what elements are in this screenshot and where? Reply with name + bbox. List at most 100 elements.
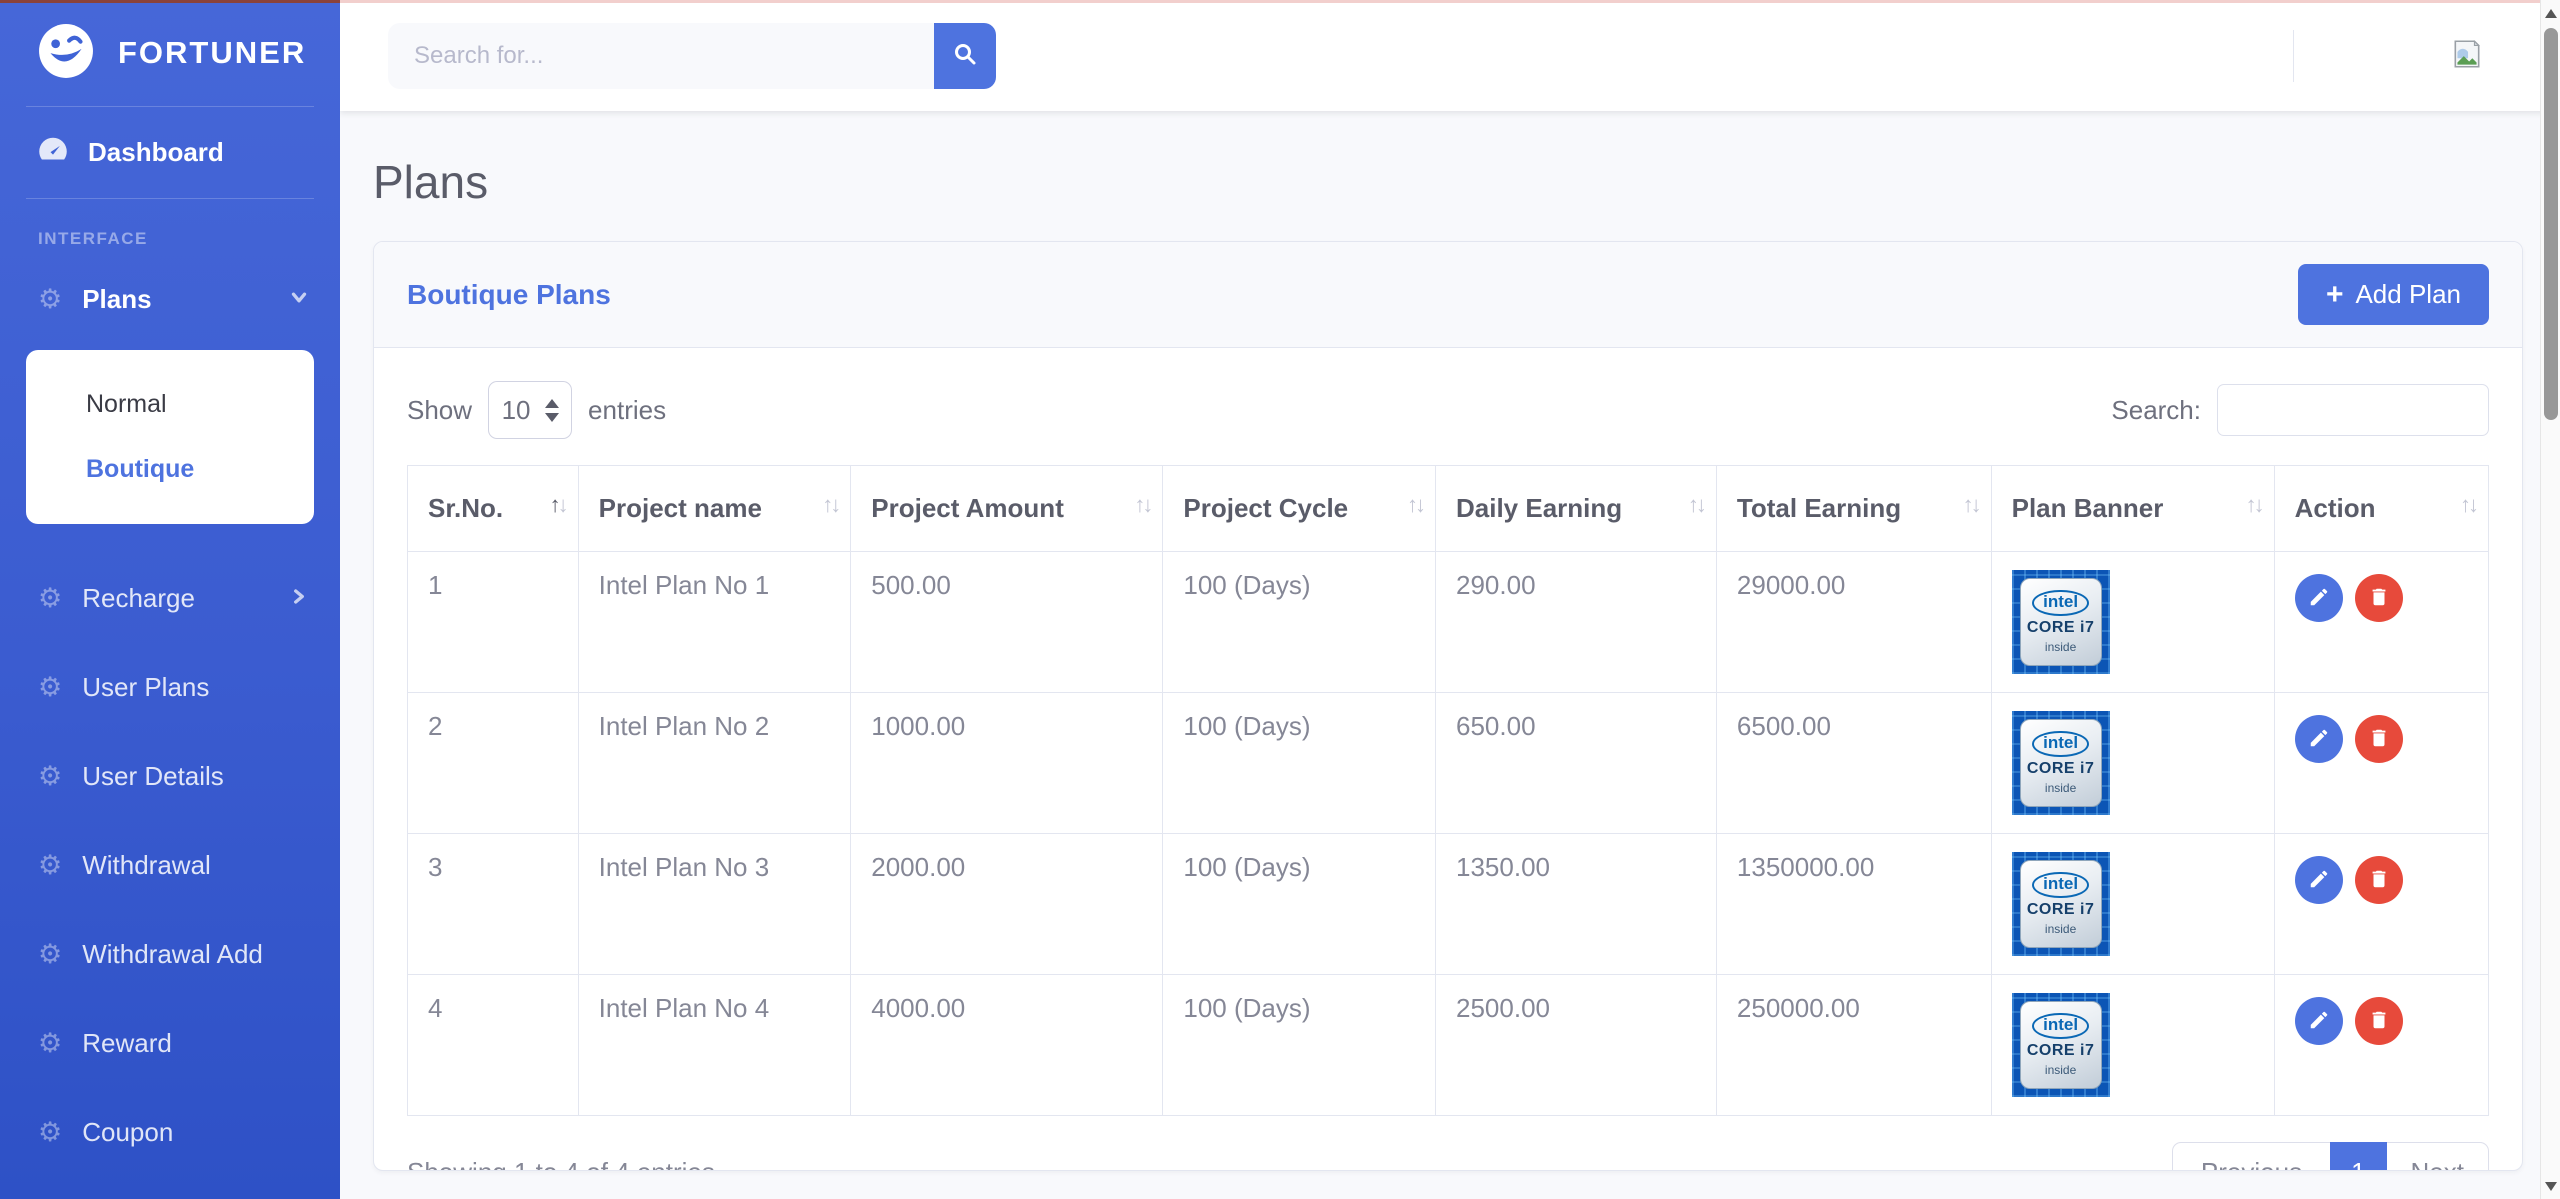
table-header-row: Sr.No. ↑↓ Project name ↑↓ Project Amount…: [408, 466, 2489, 552]
topbar: [340, 0, 2560, 111]
table-search-input[interactable]: [2217, 384, 2489, 436]
sidebar-item-coupon[interactable]: ⚙ Coupon: [0, 1088, 340, 1177]
sidebar-item-category[interactable]: ⚙ category: [0, 1177, 340, 1199]
column-header-project-amount[interactable]: Project Amount ↑↓: [851, 466, 1163, 552]
delete-button[interactable]: [2355, 856, 2403, 904]
banner-core-text: CORE i7: [2027, 619, 2095, 637]
table-body: 1Intel Plan No 1500.00100 (Days)290.0029…: [408, 552, 2489, 1116]
sidebar-item-recharge[interactable]: ⚙ Recharge: [0, 554, 340, 643]
scrollbar-thumb[interactable]: [2544, 28, 2558, 420]
sidebar-item-user-plans[interactable]: ⚙ User Plans: [0, 643, 340, 732]
sidebar-item-dashboard[interactable]: Dashboard: [0, 107, 340, 198]
delete-button[interactable]: [2355, 574, 2403, 622]
submenu-item-normal[interactable]: Normal: [26, 372, 314, 437]
cell-project-cycle: 100 (Days): [1163, 552, 1436, 693]
plan-banner-image: intelCORE i7inside: [2012, 570, 2110, 674]
delete-button[interactable]: [2355, 715, 2403, 763]
sidebar-item-label: Withdrawal Add: [82, 939, 263, 970]
page-length-control: Show 10 entries: [407, 381, 666, 439]
broken-image-icon: [2450, 37, 2484, 74]
sidebar-item-withdrawal-add[interactable]: ⚙ Withdrawal Add: [0, 910, 340, 999]
plan-banner-image: intelCORE i7inside: [2012, 711, 2110, 815]
scroll-down-arrow-icon[interactable]: [2541, 1175, 2560, 1197]
delete-button[interactable]: [2355, 997, 2403, 1045]
sort-icon: ↑↓: [2246, 492, 2262, 518]
page-title: Plans: [373, 155, 2523, 209]
add-plan-button[interactable]: + Add Plan: [2298, 264, 2489, 325]
cell-project-name: Intel Plan No 4: [578, 975, 851, 1116]
sidebar-item-plans[interactable]: ⚙ Plans: [0, 255, 340, 344]
pencil-icon: [2308, 727, 2330, 752]
cell-srno: 1: [408, 552, 579, 693]
intel-logo: intel: [2032, 872, 2089, 899]
plans-card: Boutique Plans + Add Plan Show 10: [373, 241, 2523, 1171]
card-header: Boutique Plans + Add Plan: [374, 242, 2522, 348]
scroll-up-arrow-icon[interactable]: [2541, 2, 2560, 24]
banner-core-text: CORE i7: [2027, 901, 2095, 919]
cell-daily-earning: 1350.00: [1436, 834, 1717, 975]
gear-icon: ⚙: [38, 1030, 62, 1057]
column-header-srno[interactable]: Sr.No. ↑↓: [408, 466, 579, 552]
search-input[interactable]: [388, 23, 934, 89]
column-header-total-earning[interactable]: Total Earning ↑↓: [1716, 466, 1991, 552]
scrollbar[interactable]: [2540, 0, 2560, 1199]
cell-daily-earning: 650.00: [1436, 693, 1717, 834]
topbar-search-form: [388, 23, 996, 89]
sidebar-item-withdrawal[interactable]: ⚙ Withdrawal: [0, 821, 340, 910]
column-header-project-cycle[interactable]: Project Cycle ↑↓: [1163, 466, 1436, 552]
cell-total-earning: 6500.00: [1716, 693, 1991, 834]
brand-name: FORTUNER: [118, 35, 306, 71]
edit-button[interactable]: [2295, 574, 2343, 622]
edit-button[interactable]: [2295, 856, 2343, 904]
search-icon: [953, 42, 977, 69]
pagination-next-button[interactable]: Next: [2387, 1142, 2489, 1171]
column-header-project-name[interactable]: Project name ↑↓: [578, 466, 851, 552]
pencil-icon: [2308, 868, 2330, 893]
cell-project-amount: 500.00: [851, 552, 1163, 693]
table-filter: Search:: [2111, 384, 2489, 436]
cell-project-name: Intel Plan No 1: [578, 552, 851, 693]
column-header-action[interactable]: Action ↑↓: [2274, 466, 2488, 552]
sidebar-item-reward[interactable]: ⚙ Reward: [0, 999, 340, 1088]
gear-icon: ⚙: [38, 1119, 62, 1146]
pagination-previous-button[interactable]: Previous: [2172, 1142, 2330, 1171]
select-stepper-icon: [545, 399, 559, 422]
sidebar-section-heading: INTERFACE: [0, 199, 340, 255]
sidebar: FORTUNER Dashboard INTERFACE ⚙ Plans Nor…: [0, 0, 340, 1199]
search-button[interactable]: [934, 23, 996, 89]
cell-action: [2274, 975, 2488, 1116]
trash-icon: [2368, 1009, 2390, 1034]
edit-button[interactable]: [2295, 715, 2343, 763]
column-header-daily-earning[interactable]: Daily Earning ↑↓: [1436, 466, 1717, 552]
card-body: Show 10 entries Search:: [374, 348, 2522, 1171]
fortuner-logo-icon: [38, 23, 94, 84]
cell-project-name: Intel Plan No 2: [578, 693, 851, 834]
plus-icon: +: [2326, 280, 2344, 310]
cell-project-amount: 1000.00: [851, 693, 1163, 834]
cell-srno: 2: [408, 693, 579, 834]
sort-icon: ↑↓: [1688, 492, 1704, 518]
table-row: 3Intel Plan No 32000.00100 (Days)1350.00…: [408, 834, 2489, 975]
submenu-item-boutique[interactable]: Boutique: [26, 437, 314, 502]
cell-total-earning: 1350000.00: [1716, 834, 1991, 975]
sidebar-item-user-details[interactable]: ⚙ User Details: [0, 732, 340, 821]
page-size-select[interactable]: 10: [488, 381, 572, 439]
intel-logo: intel: [2032, 731, 2089, 758]
cell-total-earning: 29000.00: [1716, 552, 1991, 693]
sidebar-item-label: Plans: [82, 284, 151, 315]
cell-plan-banner: intelCORE i7inside: [1991, 975, 2274, 1116]
gear-icon: ⚙: [38, 674, 62, 701]
column-header-plan-banner[interactable]: Plan Banner ↑↓: [1991, 466, 2274, 552]
cell-project-cycle: 100 (Days): [1163, 834, 1436, 975]
cell-project-name: Intel Plan No 3: [578, 834, 851, 975]
brand[interactable]: FORTUNER: [0, 0, 340, 106]
entries-label: entries: [588, 395, 666, 426]
sort-icon: ↑↓: [2460, 492, 2476, 518]
pagination-page-1-button[interactable]: 1: [2330, 1142, 2386, 1171]
gear-icon: ⚙: [38, 852, 62, 879]
trash-icon: [2368, 727, 2390, 752]
edit-button[interactable]: [2295, 997, 2343, 1045]
avatar[interactable]: [2444, 33, 2490, 79]
dashboard-icon: [38, 136, 68, 169]
plan-banner-image: intelCORE i7inside: [2012, 852, 2110, 956]
